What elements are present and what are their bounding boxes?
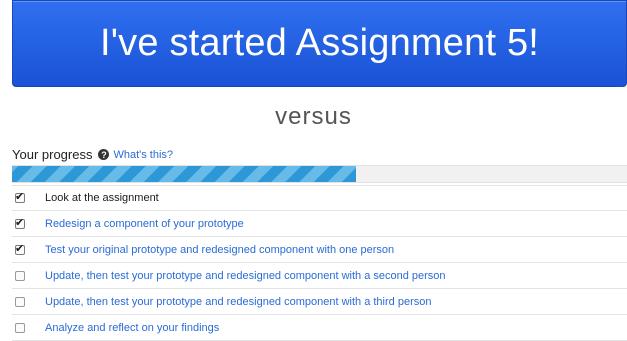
progress-bar [12, 165, 627, 183]
task-row: Redesign a component of your prototype [12, 211, 627, 237]
task-checkbox[interactable] [15, 190, 25, 203]
task-row: Test your original prototype and redesig… [12, 237, 627, 263]
task-checkbox[interactable] [15, 322, 25, 333]
task-row: Update, then test your prototype and red… [12, 263, 627, 289]
versus-text: versus [275, 103, 352, 130]
task-label[interactable]: Update, then test your prototype and red… [45, 270, 446, 282]
question-circle-icon[interactable]: ? [98, 149, 110, 160]
progress-bar-fill [12, 166, 357, 182]
progress-header: Your progress ? What's this? [12, 147, 173, 162]
task-label[interactable]: Redesign a component of your prototype [45, 218, 244, 230]
task-list: Look at the assignment Redesign a compon… [12, 185, 627, 341]
task-row: Look at the assignment [12, 185, 627, 211]
task-label[interactable]: Update, then test your prototype and red… [45, 296, 431, 308]
task-row: Update, then test your prototype and red… [12, 289, 627, 315]
task-label: Look at the assignment [45, 192, 159, 204]
started-assignment-button[interactable]: I've started Assignment 5! [12, 0, 627, 87]
task-label[interactable]: Analyze and reflect on your findings [45, 322, 219, 334]
progress-label: Your progress [12, 147, 93, 162]
task-row: Analyze and reflect on your findings [12, 315, 627, 341]
task-checkbox[interactable] [15, 296, 25, 307]
task-checkbox[interactable] [15, 242, 25, 255]
task-checkbox[interactable] [15, 216, 25, 229]
task-checkbox[interactable] [15, 270, 25, 281]
task-label[interactable]: Test your original prototype and redesig… [45, 244, 394, 256]
whats-this-link[interactable]: What's this? [113, 149, 173, 161]
